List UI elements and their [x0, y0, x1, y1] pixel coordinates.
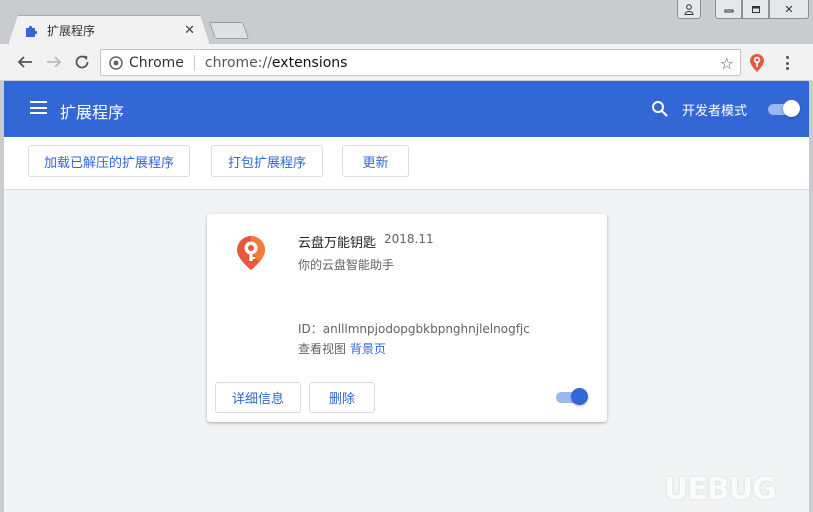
background-page-link[interactable]: 背景页: [350, 342, 386, 356]
window-titlebar: ✕ 扩展程序 ✕: [0, 0, 813, 45]
window-border-right: [809, 81, 813, 512]
developer-mode-toggle[interactable]: [766, 100, 800, 118]
restore-button[interactable]: [742, 0, 769, 19]
remove-button[interactable]: 删除: [309, 382, 375, 413]
puzzle-icon: [25, 24, 39, 38]
forward-button[interactable]: [44, 52, 64, 72]
restore-icon: [751, 6, 760, 13]
omnibox-separator: [193, 54, 195, 71]
bookmark-star-icon[interactable]: ☆: [720, 54, 734, 73]
toggle-knob: [571, 388, 588, 405]
tab-extensions[interactable]: 扩展程序 ✕: [8, 15, 210, 45]
close-window-button[interactable]: ✕: [769, 0, 809, 19]
reload-icon: [75, 55, 89, 69]
minimize-button[interactable]: [715, 0, 742, 19]
back-arrow-icon: [17, 56, 32, 68]
menu-dot: [785, 61, 789, 65]
tab-close-icon[interactable]: ✕: [184, 23, 195, 38]
inspect-views-label: 查看视图: [298, 342, 347, 356]
inspect-views: 查看视图 背景页: [298, 340, 386, 357]
extension-description: 你的云盘智能助手: [298, 258, 395, 272]
person-icon: [684, 3, 694, 15]
extension-toolbar-button[interactable]: [749, 53, 765, 73]
reload-button[interactable]: [72, 52, 92, 72]
url-path: extensions: [271, 54, 348, 71]
search-icon[interactable]: [651, 100, 669, 118]
browser-toolbar: Chrome chrome://extensions ☆: [0, 44, 813, 81]
back-button[interactable]: [15, 52, 35, 72]
window-controls: ✕: [677, 0, 809, 19]
minimize-icon: [724, 9, 733, 13]
menu-dot: [785, 56, 789, 59]
developer-mode-label: 开发者模式: [682, 104, 748, 119]
extension-card: 云盘万能钥匙 2018.11 你的云盘智能助手 ID：anlllmnpjodop…: [207, 214, 607, 422]
extension-version: 2018.11: [384, 232, 434, 246]
menu-dot: [785, 67, 789, 70]
site-watermark: UEBUG: [664, 472, 777, 507]
details-button[interactable]: 详细信息: [215, 382, 301, 413]
close-icon: ✕: [784, 2, 794, 16]
profile-button[interactable]: [677, 0, 701, 19]
update-button[interactable]: 更新: [342, 145, 409, 177]
page-title: 扩展程序: [60, 103, 125, 122]
extension-enable-toggle[interactable]: [554, 388, 588, 406]
site-label: Chrome: [129, 54, 184, 71]
extension-id: ID：anlllmnpjodopgbkbpnghnjlelnogfjc: [298, 322, 530, 336]
pack-extension-button[interactable]: 打包扩展程序: [211, 145, 323, 177]
cloud-key-icon: [237, 236, 265, 270]
url-scheme: chrome://: [204, 54, 272, 71]
forward-arrow-icon: [47, 56, 62, 68]
new-tab-button[interactable]: [208, 22, 250, 39]
cloud-key-icon: [750, 54, 764, 72]
extensions-header: 扩展程序 开发者模式: [4, 81, 809, 137]
toggle-knob: [783, 100, 800, 117]
developer-action-bar: 加载已解压的扩展程序 打包扩展程序 更新: [4, 137, 809, 190]
address-bar[interactable]: Chrome chrome://extensions ☆: [100, 49, 741, 76]
chrome-icon: [109, 55, 123, 70]
extension-name: 云盘万能钥匙: [298, 236, 377, 251]
load-unpacked-button[interactable]: 加载已解压的扩展程序: [28, 145, 190, 177]
hamburger-menu-icon[interactable]: [30, 101, 47, 114]
url-text: chrome://extensions: [205, 55, 348, 71]
chrome-menu-button[interactable]: [781, 53, 793, 73]
